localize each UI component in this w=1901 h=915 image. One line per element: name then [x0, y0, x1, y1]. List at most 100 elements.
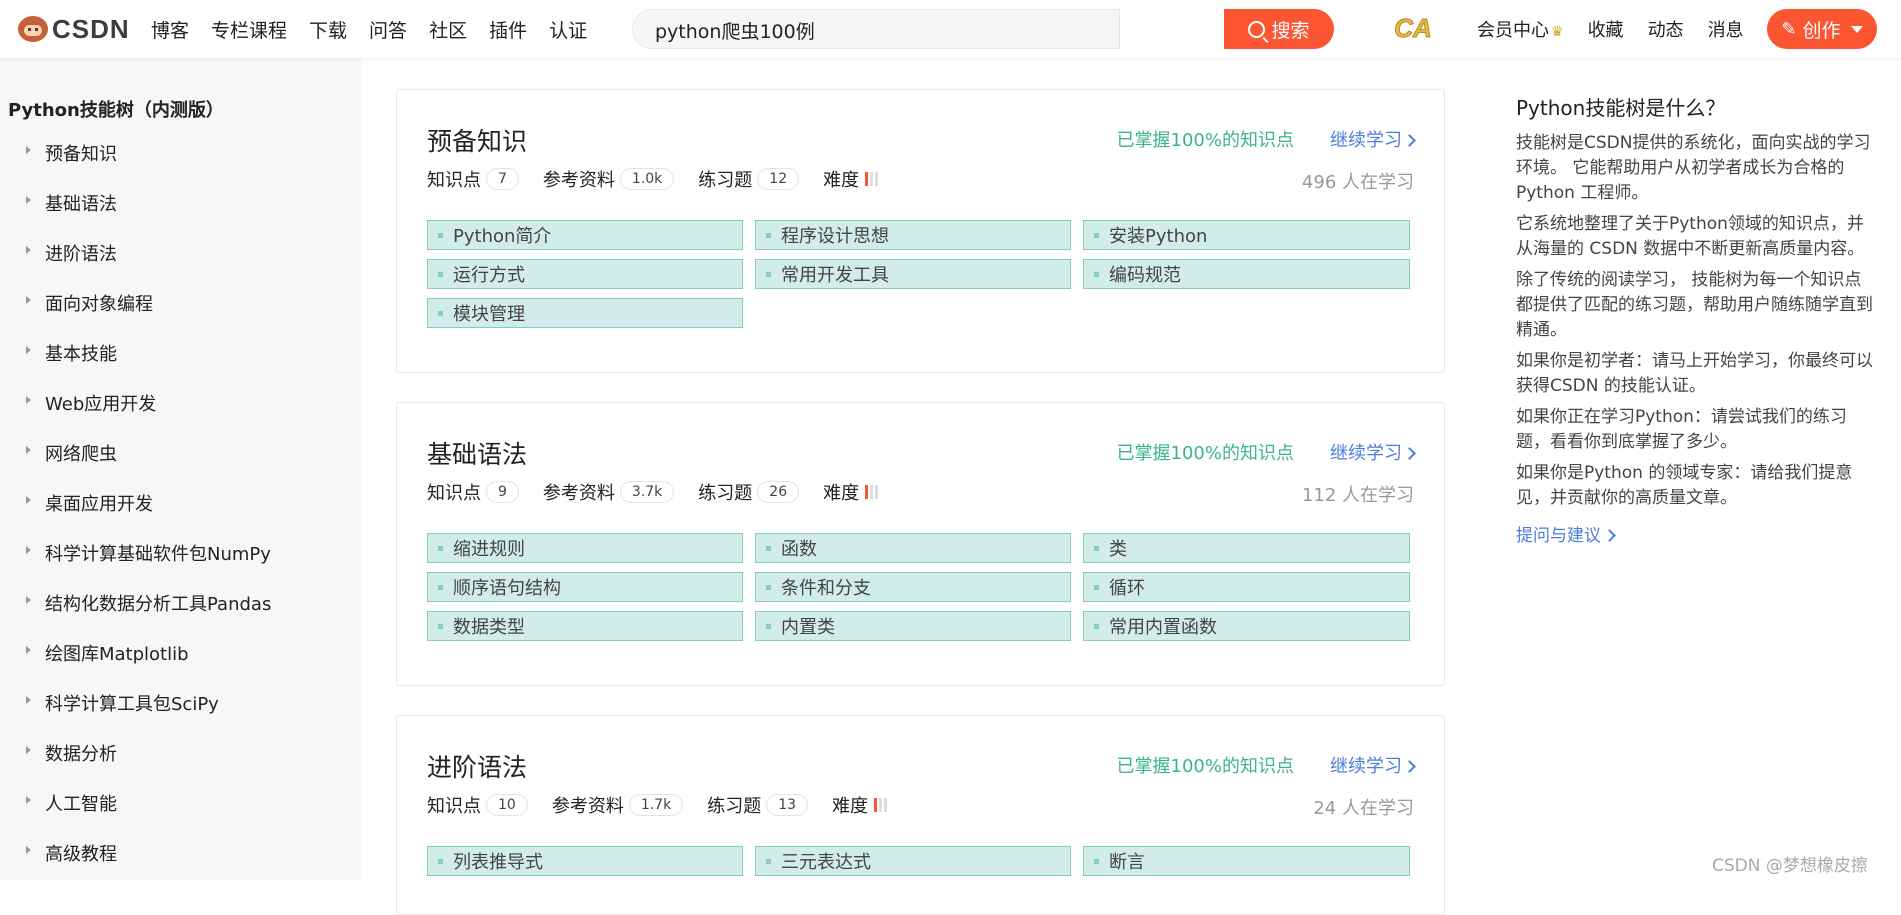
user-nav-item[interactable]: 动态 [1636, 16, 1696, 42]
reference-count-label: 参考资料 [551, 796, 624, 817]
nav-item[interactable]: 博客 [140, 16, 200, 43]
feedback-link[interactable]: 提问与建议 [1516, 521, 1616, 546]
difficulty-meter [865, 172, 879, 186]
sidebar-title: Python技能树（内测版） [8, 100, 224, 121]
exercise-count-stat: 练习题 12 [698, 166, 800, 192]
difficulty-segment [870, 485, 874, 499]
user-nav: 会员中心 ♛ 收藏 动态 消息 [1465, 0, 1756, 58]
difficulty-stat: 难度 [832, 792, 888, 818]
triangle-right-icon [26, 846, 31, 854]
reference-count-stat: 参考资料 1.7k [551, 792, 684, 818]
triangle-right-icon [26, 496, 31, 504]
user-nav-item[interactable]: 收藏 [1576, 16, 1636, 42]
knowledge-point-chip[interactable]: 数据类型 [427, 611, 743, 641]
nav-item[interactable]: 问答 [358, 16, 418, 43]
user-nav-item[interactable]: 消息 [1696, 16, 1756, 42]
avatar[interactable]: CA [1392, 10, 1434, 46]
sidebar-item[interactable]: 预备知识 [26, 140, 271, 190]
user-nav-label: 会员中心 [1477, 20, 1549, 41]
search-box[interactable] [632, 9, 1120, 49]
search-button[interactable]: 搜索 [1224, 9, 1334, 49]
knowledge-point-chip[interactable]: 常用内置函数 [1083, 611, 1410, 641]
sidebar-item[interactable]: 基础语法 [26, 190, 271, 240]
exercise-count-label: 练习题 [707, 796, 762, 817]
knowledge-point-chip[interactable]: 模块管理 [427, 298, 743, 328]
sidebar-item[interactable]: 桌面应用开发 [26, 490, 271, 540]
continue-label: 继续学习 [1330, 130, 1402, 151]
knowledge-point-chip[interactable]: 函数 [755, 533, 1071, 563]
difficulty-segment [874, 798, 878, 812]
user-nav-item[interactable]: 会员中心 ♛ [1465, 16, 1576, 42]
sidebar-item[interactable]: 基本技能 [26, 340, 271, 390]
csdn-logo[interactable]: CSDN [18, 12, 130, 46]
knowledge-point-chip[interactable]: 缩进规则 [427, 533, 743, 563]
knowledge-point-chip[interactable]: 常用开发工具 [755, 259, 1071, 289]
exercise-count-label: 练习题 [698, 170, 753, 191]
card-title[interactable]: 基础语法 [427, 435, 527, 471]
knowledge-point-chip[interactable]: 条件和分支 [755, 572, 1071, 602]
sidebar-item[interactable]: 高级教程 [26, 840, 271, 890]
sidebar-item[interactable]: 数据分析 [26, 740, 271, 790]
card-stats: 知识点 9 参考资料 3.7k 练习题 26 难度 [427, 479, 902, 505]
triangle-right-icon [26, 446, 31, 454]
knowledge-point-chip[interactable]: 程序设计思想 [755, 220, 1071, 250]
continue-label: 继续学习 [1330, 443, 1402, 464]
knowledge-point-chip[interactable]: 循环 [1083, 572, 1410, 602]
card-stats: 知识点 7 参考资料 1.0k 练习题 12 难度 [427, 166, 902, 192]
nav-item[interactable]: 插件 [478, 16, 538, 43]
knowledge-point-chip[interactable]: 顺序语句结构 [427, 572, 743, 602]
sidebar-item[interactable]: 面向对象编程 [26, 290, 271, 340]
knowledge-point-chip[interactable]: 编码规范 [1083, 259, 1410, 289]
reference-count-stat: 参考资料 3.7k [543, 479, 675, 505]
knowledge-point-chip[interactable]: 三元表达式 [755, 846, 1071, 876]
sidebar-item[interactable]: 结构化数据分析工具Pandas [26, 590, 271, 640]
nav-item[interactable]: 认证 [538, 16, 598, 43]
knowledge-point-chip[interactable]: 内置类 [755, 611, 1071, 641]
reference-count-badge: 1.7k [628, 794, 684, 816]
knowledge-count-label: 知识点 [427, 796, 481, 817]
skill-card: 基础语法 已掌握100%的知识点 继续学习 知识点 9 参考资料 3.7k 练习题 26 难度 11… [396, 402, 1445, 686]
sidebar-item[interactable]: 人工智能 [26, 790, 271, 840]
search-input[interactable] [653, 18, 1097, 42]
info-panel-title: Python技能树是什么？ [1516, 96, 1726, 120]
triangle-right-icon [26, 546, 31, 554]
difficulty-label: 难度 [823, 483, 860, 504]
chevron-right-icon [1403, 447, 1416, 460]
sidebar-item[interactable]: 绘图库Matplotlib [26, 640, 271, 690]
continue-label: 继续学习 [1330, 756, 1402, 777]
chevron-right-icon [1603, 529, 1616, 542]
difficulty-meter [874, 798, 888, 812]
continue-learning-link[interactable]: 继续学习 [1330, 126, 1416, 152]
sidebar-item-label: 科学计算基础软件包NumPy [45, 544, 271, 565]
info-paragraph: 如果你是Python 的领域专家：请给我们提意见，并贡献你的高质量文章。 [1516, 463, 1853, 508]
knowledge-point-chip[interactable]: 类 [1083, 533, 1410, 563]
sidebar-item[interactable]: 科学计算基础软件包NumPy [26, 540, 271, 590]
search-icon [1248, 20, 1266, 38]
sidebar-item[interactable]: 科学计算工具包SciPy [26, 690, 271, 740]
create-button[interactable]: ✎ 创作 [1767, 9, 1877, 49]
sidebar-item[interactable]: 进阶语法 [26, 240, 271, 290]
knowledge-point-chip[interactable]: 运行方式 [427, 259, 743, 289]
nav-item[interactable]: 专栏课程 [200, 16, 298, 43]
exercise-count-badge: 12 [757, 168, 800, 190]
knowledge-count-stat: 知识点 10 [427, 792, 528, 818]
knowledge-point-chip[interactable]: Python简介 [427, 220, 743, 250]
card-title[interactable]: 预备知识 [427, 122, 527, 158]
nav-item[interactable]: 社区 [418, 16, 478, 43]
mastery-status: 已掌握100%的知识点 [1116, 756, 1294, 777]
nav-item[interactable]: 下载 [298, 16, 358, 43]
exercise-count-label: 练习题 [698, 483, 753, 504]
card-title[interactable]: 进阶语法 [427, 748, 527, 784]
difficulty-segment [879, 798, 883, 812]
continue-learning-link[interactable]: 继续学习 [1330, 752, 1416, 778]
knowledge-count-badge: 10 [486, 794, 528, 816]
knowledge-count-stat: 知识点 7 [427, 166, 519, 192]
knowledge-point-chip[interactable]: 安装Python [1083, 220, 1410, 250]
reference-count-stat: 参考资料 1.0k [543, 166, 675, 192]
exercise-count-stat: 练习题 13 [707, 792, 809, 818]
continue-learning-link[interactable]: 继续学习 [1330, 439, 1416, 465]
knowledge-point-chip[interactable]: 断言 [1083, 846, 1410, 876]
sidebar-item[interactable]: Web应用开发 [26, 390, 271, 440]
sidebar-item[interactable]: 网络爬虫 [26, 440, 271, 490]
knowledge-point-chip[interactable]: 列表推导式 [427, 846, 743, 876]
